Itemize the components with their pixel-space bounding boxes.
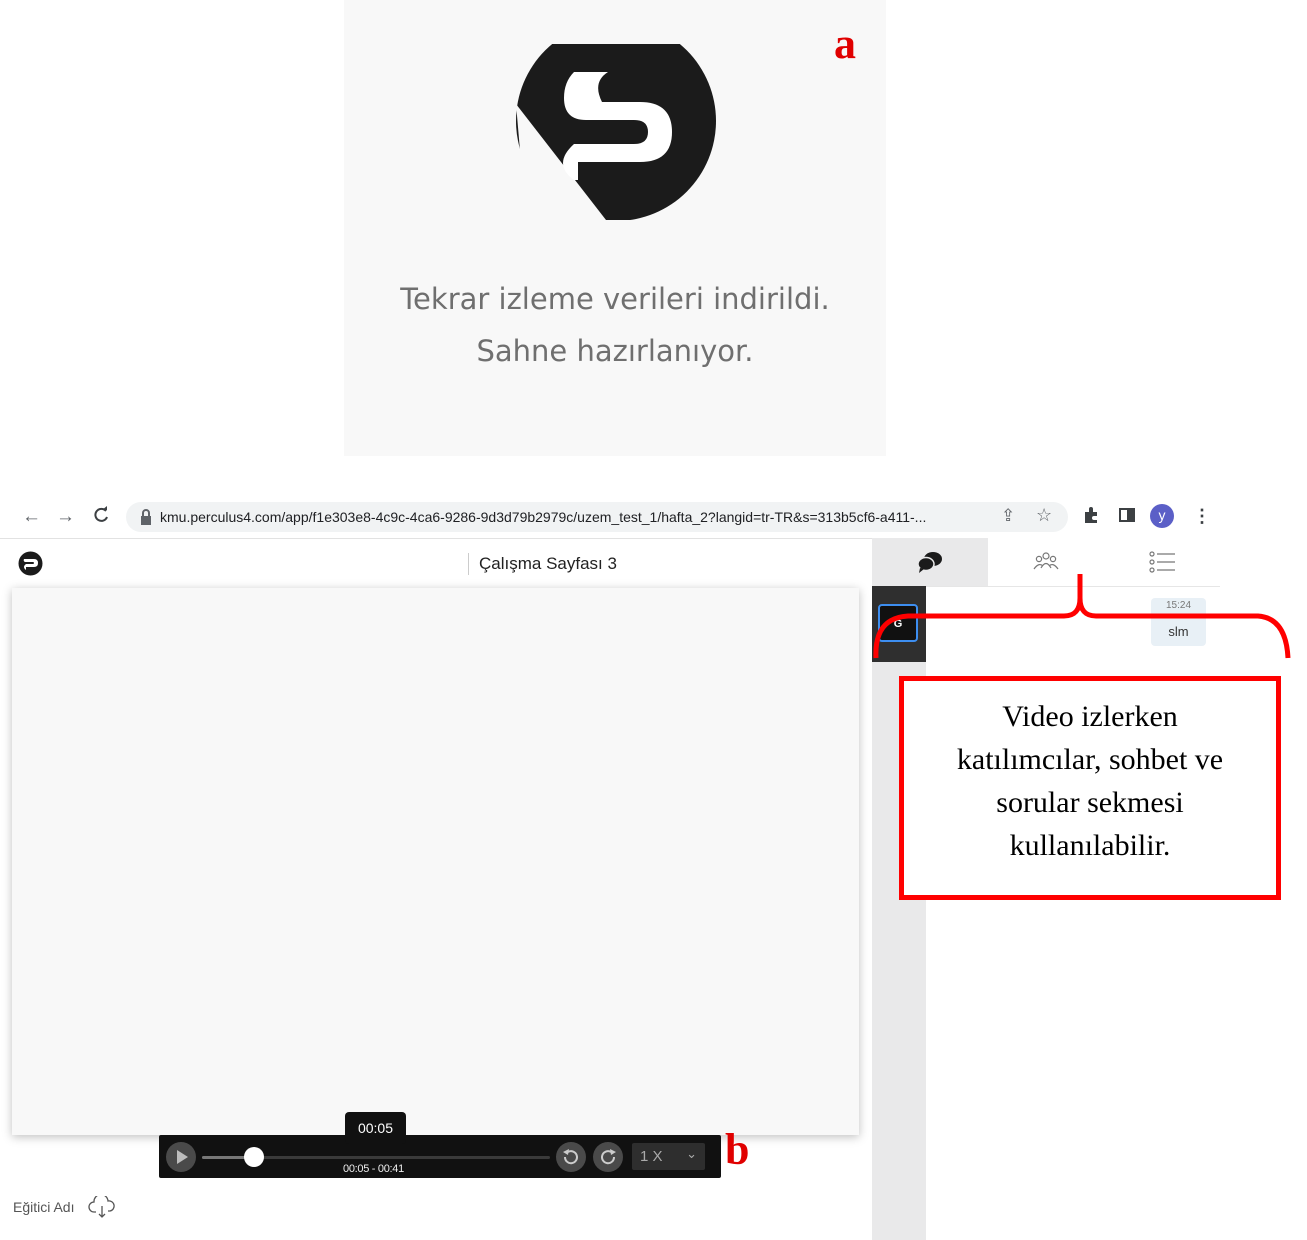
reload-icon[interactable] xyxy=(92,506,110,530)
label-a: a xyxy=(834,19,856,68)
url-text: kmu.perculus4.com/app/f1e303e8-4c9c-4ca6… xyxy=(160,509,927,525)
chevron-down-icon: ⌄ xyxy=(686,1146,697,1161)
loading-message-line2: Sahne hazırlanıyor. xyxy=(476,334,754,368)
rewind-icon xyxy=(563,1149,578,1165)
speed-select[interactable]: 1 X ⌄ xyxy=(632,1143,705,1170)
rewind-button[interactable] xyxy=(556,1142,586,1172)
page-title: Çalışma Sayfası 3 xyxy=(468,553,617,575)
forward-arrow-icon[interactable]: → xyxy=(56,506,75,528)
extensions-puzzle-icon[interactable] xyxy=(1083,506,1101,528)
play-icon xyxy=(177,1150,188,1164)
trainer-label: Eğitici Adı xyxy=(13,1199,75,1215)
label-b: b xyxy=(725,1125,750,1174)
time-tooltip: 00:05 xyxy=(345,1112,406,1144)
play-button[interactable] xyxy=(166,1142,196,1172)
profile-avatar[interactable]: y xyxy=(1150,504,1174,528)
replay-loading-panel: Tekrar izleme verileri indirildi. Sahne … xyxy=(344,0,886,456)
list-icon xyxy=(1149,551,1175,573)
participants-icon xyxy=(1033,552,1059,570)
fast-forward-icon xyxy=(601,1149,616,1165)
lock-icon xyxy=(141,509,151,525)
cloud-download-icon[interactable] xyxy=(88,1196,116,1218)
annotation-box: Video izlerken katılımcılar, sohbet ve s… xyxy=(899,676,1281,900)
time-range: 00:05 - 00:41 xyxy=(343,1163,404,1175)
video-player-controls: 00:05 - 00:41 1 X ⌄ xyxy=(159,1135,721,1178)
chat-bubbles-icon xyxy=(917,552,942,573)
app-logo-icon[interactable] xyxy=(18,551,43,576)
annotation-brace xyxy=(873,574,1291,659)
loading-message-line1: Tekrar izleme verileri indirildi. xyxy=(400,282,830,316)
annotation-line: katılımcılar, sohbet ve xyxy=(956,743,1224,776)
replay-stage xyxy=(12,588,859,1135)
back-arrow-icon[interactable]: ← xyxy=(22,506,41,528)
annotation-line: Video izlerken xyxy=(1002,700,1178,733)
address-bar[interactable]: kmu.perculus4.com/app/f1e303e8-4c9c-4ca6… xyxy=(126,502,1068,532)
annotation-line: kullanılabilir. xyxy=(1009,829,1171,862)
bookmark-star-icon[interactable]: ☆ xyxy=(1036,505,1052,526)
seek-handle[interactable] xyxy=(243,1147,264,1167)
side-panel-icon[interactable] xyxy=(1118,506,1136,528)
speed-value: 1 X xyxy=(640,1148,663,1165)
browser-toolbar: ← → kmu.perculus4.com/app/f1e303e8-4c9c-… xyxy=(0,498,1220,539)
perculus-logo-icon xyxy=(516,44,716,220)
annotation-text: Video izlerken katılımcılar, sohbet ve s… xyxy=(904,695,1276,867)
trainer-name: Eğitici Adı xyxy=(13,1196,115,1218)
forward-button[interactable] xyxy=(593,1142,623,1172)
share-icon[interactable]: ⇪ xyxy=(1001,506,1015,526)
menu-kebab-icon[interactable]: ⋮ xyxy=(1193,506,1211,526)
annotation-line: sorular sekmesi xyxy=(996,786,1184,819)
